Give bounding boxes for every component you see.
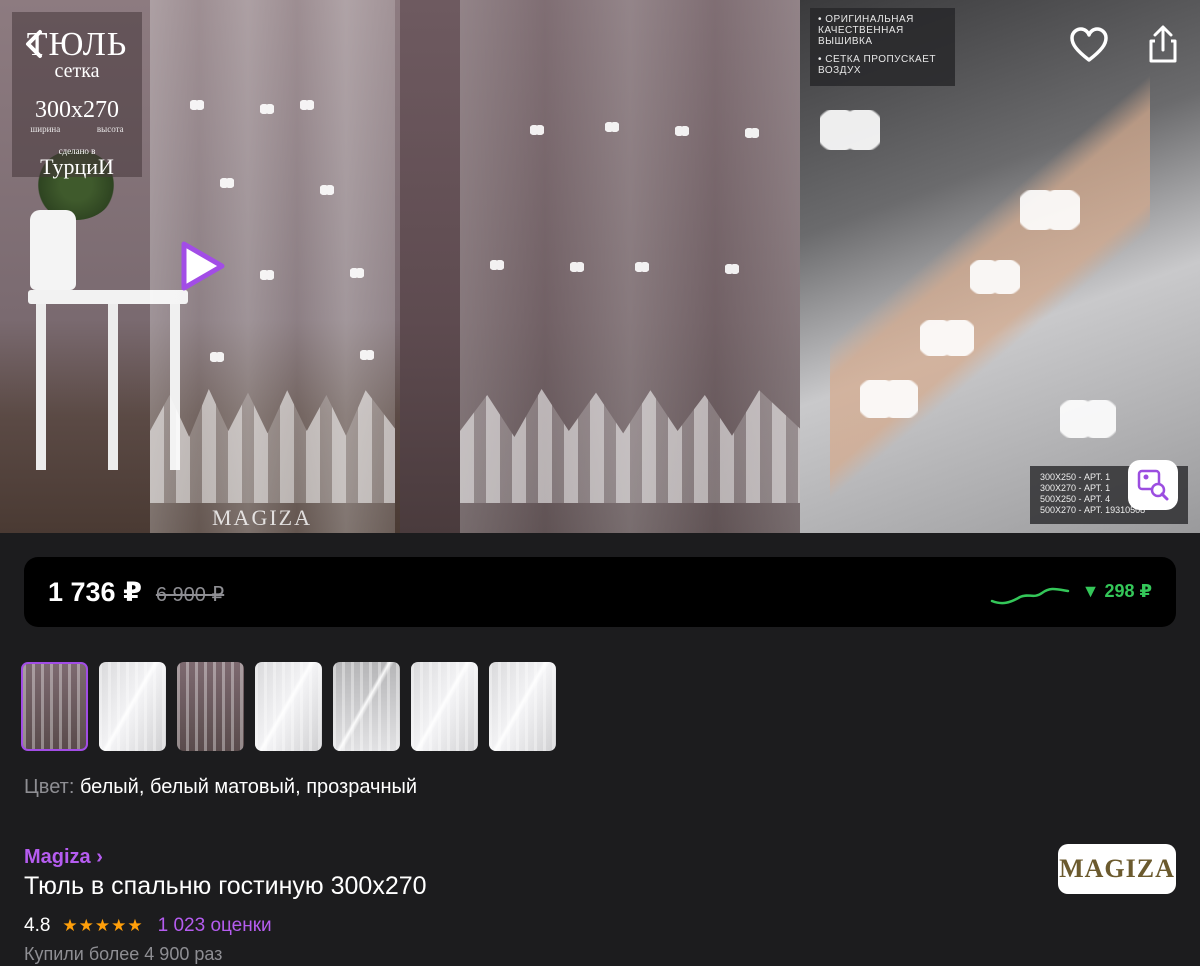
gallery-image-2[interactable] xyxy=(400,0,800,533)
price-trend-icon xyxy=(990,587,1070,605)
thumbnail-6[interactable] xyxy=(411,662,478,751)
vase-decor xyxy=(30,210,76,290)
thumbnail-strip xyxy=(21,662,556,751)
price-drop: ▼ 298 ₽ xyxy=(1081,581,1152,601)
width-label: ширина xyxy=(30,124,61,134)
curtain-image xyxy=(460,0,800,533)
feature-embroidery: • ОРИГИНАЛЬНАЯ КАЧЕСТВЕННАЯ ВЫШИВКА xyxy=(818,14,914,47)
thumbnail-7[interactable] xyxy=(489,662,556,751)
product-gallery[interactable]: ТЮЛЬ сетка 300x270 ширина высота сделано… xyxy=(0,0,1200,533)
size-label: 300x270 xyxy=(35,97,119,123)
height-label: высота xyxy=(96,124,124,134)
thumbnail-4[interactable] xyxy=(255,662,322,751)
old-price: 6 900 ₽ xyxy=(155,583,225,606)
price-bar[interactable]: 1 736 ₽ 6 900 ₽ ▼ 298 ₽ xyxy=(24,557,1176,627)
thumbnail-1[interactable] xyxy=(21,662,88,751)
play-icon[interactable] xyxy=(176,240,228,292)
watermark: MAGIZA xyxy=(212,505,312,530)
feature-card: • ОРИГИНАЛЬНАЯ КАЧЕСТВЕННАЯ ВЫШИВКА • СЕ… xyxy=(810,8,955,86)
color-label: Цвет: xyxy=(24,776,75,798)
color-info: Цвет: белый, белый матовый, прозрачный xyxy=(24,776,417,799)
back-icon[interactable] xyxy=(18,26,54,62)
heart-icon[interactable] xyxy=(1066,22,1112,68)
rating-stars: ★★★★★ xyxy=(62,916,144,935)
gallery-image-3[interactable]: • ОРИГИНАЛЬНАЯ КАЧЕСТВЕННАЯ ВЫШИВКА • СЕ… xyxy=(800,0,1200,533)
purchase-count: Купили более 4 900 раз xyxy=(24,944,223,964)
feature-breathable: • СЕТКА ПРОПУСКАЕТ ВОЗДУХ xyxy=(818,54,937,76)
reviews-link[interactable]: 1 023 оценки xyxy=(158,915,272,937)
thumbnail-3[interactable] xyxy=(177,662,244,751)
seller-logo-text: MAGIZA xyxy=(1059,854,1175,883)
rating-line[interactable]: 4.8 ★★★★★ 1 023 оценки xyxy=(24,915,272,937)
image-search-icon[interactable] xyxy=(1128,460,1178,510)
rating-value: 4.8 xyxy=(24,915,51,936)
thumbnail-5[interactable] xyxy=(333,662,400,751)
country-label: ТурциИ xyxy=(40,154,114,179)
seller-link[interactable]: Magiza › xyxy=(24,846,103,869)
thumbnail-2[interactable] xyxy=(99,662,166,751)
share-icon[interactable] xyxy=(1140,22,1186,68)
seller-logo[interactable]: MAGIZA xyxy=(1058,844,1176,894)
color-value: белый, белый матовый, прозрачный xyxy=(79,776,418,798)
product-title: Тюль в спальню гостиную 300х270 xyxy=(24,872,427,900)
current-price: 1 736 ₽ xyxy=(48,576,142,607)
